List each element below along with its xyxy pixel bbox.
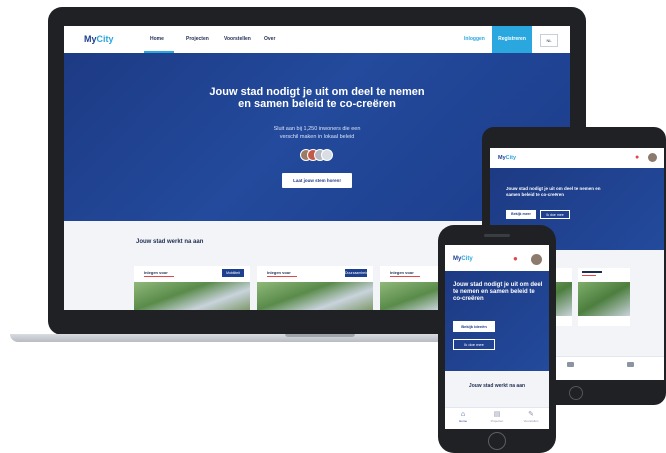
hero-title: Jouw stad nodigt je uit om deel te nemen… [209,86,425,110]
project-image [257,282,373,310]
cta-button[interactable]: Laat jouw stem horen! [282,173,352,188]
nav-item-over[interactable]: Over [264,36,275,42]
nav-item-projecten[interactable]: Projecten [186,36,209,42]
card-label: Inlegen voor [144,270,168,275]
progress-underline [267,276,297,277]
primary-button[interactable]: Bekijk ideeën [453,321,495,332]
card-label: Inlegen voor [390,270,414,275]
project-card[interactable] [578,268,630,326]
tab-item[interactable] [560,362,580,374]
project-image [134,282,250,310]
hero-title: Jouw stad nodigt je uit om deel te nemen… [453,282,543,302]
project-card[interactable]: Inlegen voor Duurzaamheid [257,266,373,310]
tab-projecten[interactable]: ▤ Projecten [485,411,509,427]
secondary-button[interactable]: Ik doe mee [453,339,495,350]
section-title: Jouw stad werkt na aan [468,383,526,389]
home-icon: ⌂ [460,411,466,418]
logo[interactable]: MyCity [84,34,114,44]
secondary-button[interactable]: Ik doe mee [540,210,570,219]
hero-title: Jouw stad nodigt je uit om deel te nemen… [506,186,601,197]
phone-screen: MyCity ● Jouw stad nodigt je uit om deel… [445,245,549,429]
folder-icon: ▤ [493,411,501,418]
projects-section [445,371,549,407]
top-navigation: MyCity Home Projecten Voorstellen Over I… [64,26,570,54]
avatar[interactable] [648,153,657,162]
tablet-home-button [569,386,583,400]
project-image [578,282,630,316]
project-card[interactable]: Inlegen voor Mobiliteit [134,266,250,310]
bottom-tab-bar: ⌂ Home ▤ Projecten ✎ Voorstellen [445,407,549,429]
card-label: Inlegen voor [267,270,291,275]
tab-home[interactable]: ⌂ Home [451,411,475,427]
primary-button[interactable]: Bekijk meer [506,210,536,219]
progress-underline [144,276,174,277]
laptop-notch [285,334,355,337]
notification-icon[interactable]: ● [635,154,639,161]
language-select[interactable]: NL [540,34,558,47]
idea-icon: ✎ [528,411,534,418]
avatar[interactable] [531,254,542,265]
tab-voorstellen[interactable]: ✎ Voorstellen [519,411,543,427]
folder-icon [566,362,574,367]
participant-avatars [300,149,340,161]
category-badge: Mobiliteit [222,269,244,277]
phone-home-button [488,432,506,450]
logo[interactable]: MyCity [453,256,473,262]
register-button[interactable]: Registreren [492,26,532,53]
idea-icon [626,362,634,367]
logo[interactable]: MyCity [498,155,516,161]
section-title: Jouw stad werkt na aan [136,239,204,245]
nav-item-home[interactable]: Home [144,26,174,53]
login-link[interactable]: Inloggen [464,36,485,42]
avatar [321,149,333,161]
progress-underline [390,276,420,277]
notification-icon[interactable]: ● [513,254,518,263]
category-badge: Duurzaamheid [345,269,368,277]
nav-item-voorstellen[interactable]: Voorstellen [224,36,251,42]
phone-speaker [484,234,510,237]
tab-item[interactable] [620,362,640,374]
